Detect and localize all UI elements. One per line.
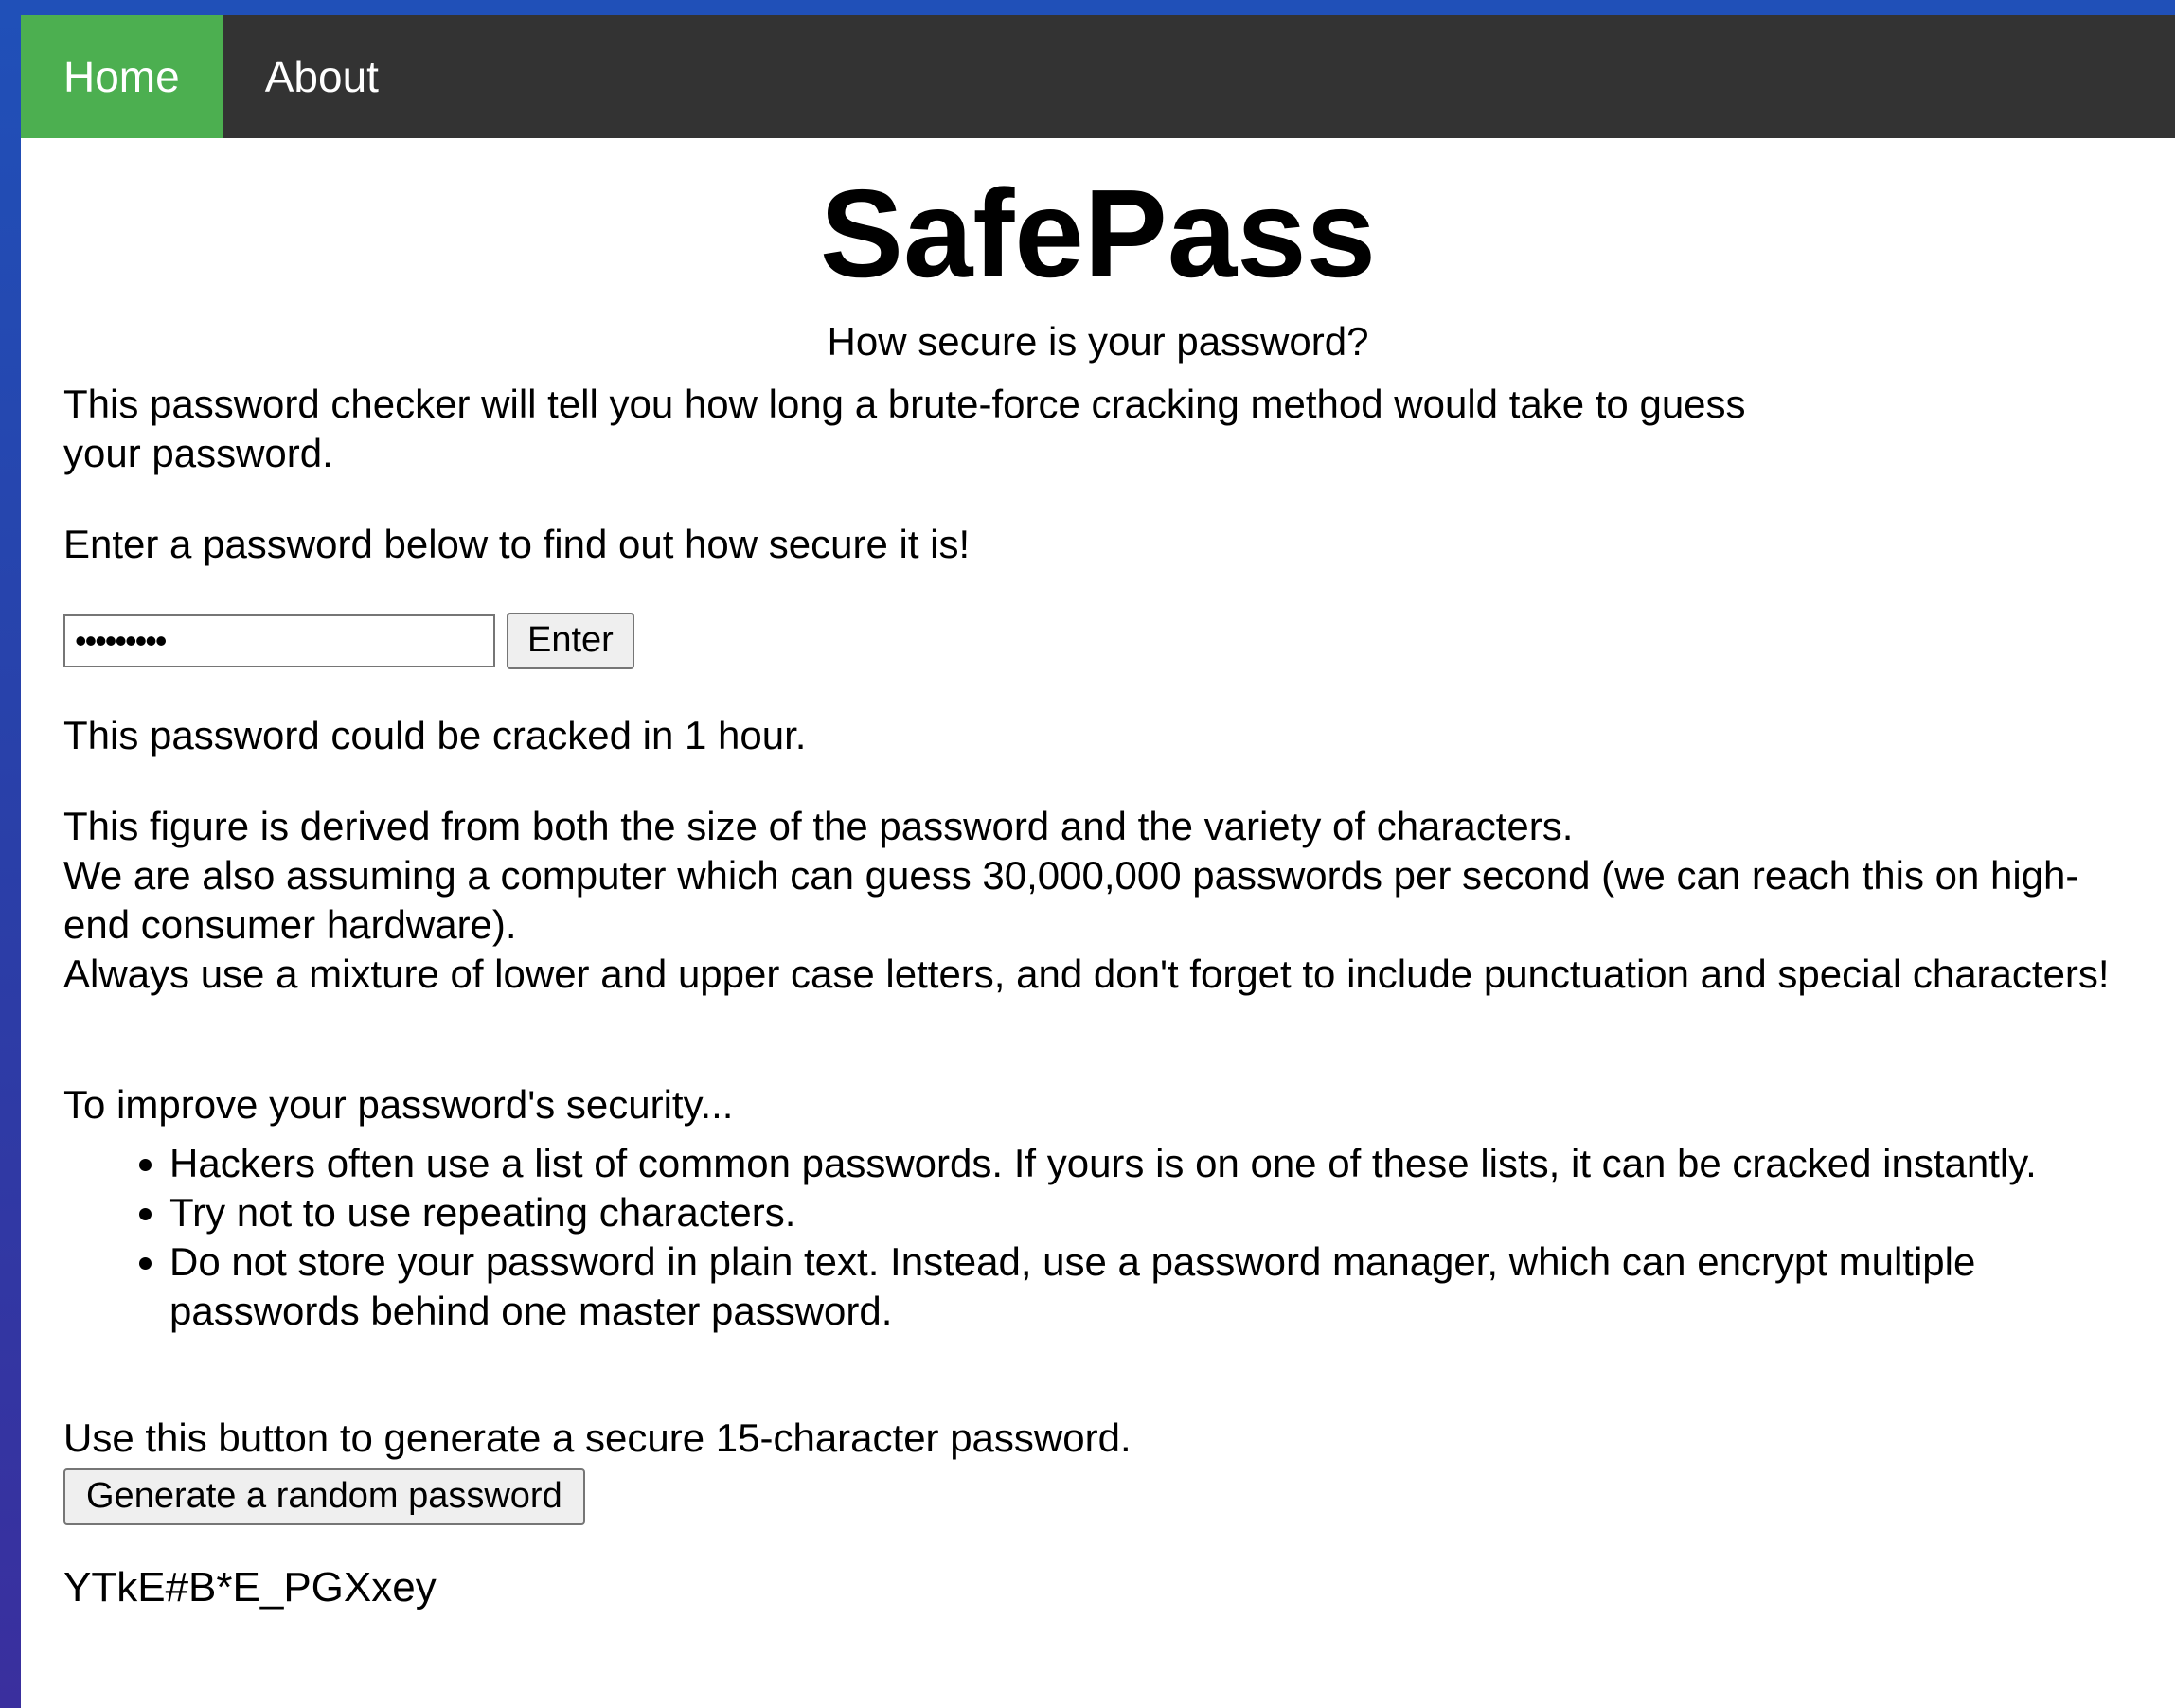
password-input[interactable] bbox=[63, 614, 495, 667]
main-content: SafePass How secure is your password? Th… bbox=[21, 159, 2175, 1612]
page-subtitle: How secure is your password? bbox=[827, 319, 1369, 365]
nav-about-link[interactable]: About bbox=[223, 15, 421, 138]
page: Home About SafePass How secure is your p… bbox=[21, 15, 2175, 1708]
enter-button[interactable]: Enter bbox=[507, 612, 634, 669]
prompt-text: Enter a password below to find out how s… bbox=[63, 521, 971, 566]
list-item: Try not to use repeating characters. bbox=[169, 1188, 2132, 1237]
crack-time-result: This password could be cracked in 1 hour… bbox=[63, 712, 807, 757]
generated-password: YTkE#B*E_PGXxey bbox=[63, 1563, 437, 1610]
password-form: Enter bbox=[63, 612, 2132, 669]
list-item: Hackers often use a list of common passw… bbox=[169, 1139, 2132, 1188]
intro-text: This password checker will tell you how … bbox=[63, 381, 1746, 475]
generate-description: Use this button to generate a secure 15-… bbox=[63, 1414, 1132, 1460]
explanation-line: This figure is derived from both the siz… bbox=[63, 803, 1574, 848]
explanation-block: This figure is derived from both the siz… bbox=[63, 802, 2132, 999]
improve-heading: To improve your password's security... bbox=[63, 1081, 734, 1127]
explanation-line: Always use a mixture of lower and upper … bbox=[63, 951, 2110, 996]
tips-list: Hackers often use a list of common passw… bbox=[63, 1139, 2132, 1336]
generate-password-button[interactable]: Generate a random password bbox=[63, 1468, 585, 1525]
nav-home-link[interactable]: Home bbox=[21, 15, 223, 138]
page-title: SafePass bbox=[819, 164, 1377, 303]
explanation-line: We are also assuming a computer which ca… bbox=[63, 852, 2079, 947]
list-item: Do not store your password in plain text… bbox=[169, 1237, 2132, 1336]
navbar: Home About bbox=[21, 15, 2175, 138]
